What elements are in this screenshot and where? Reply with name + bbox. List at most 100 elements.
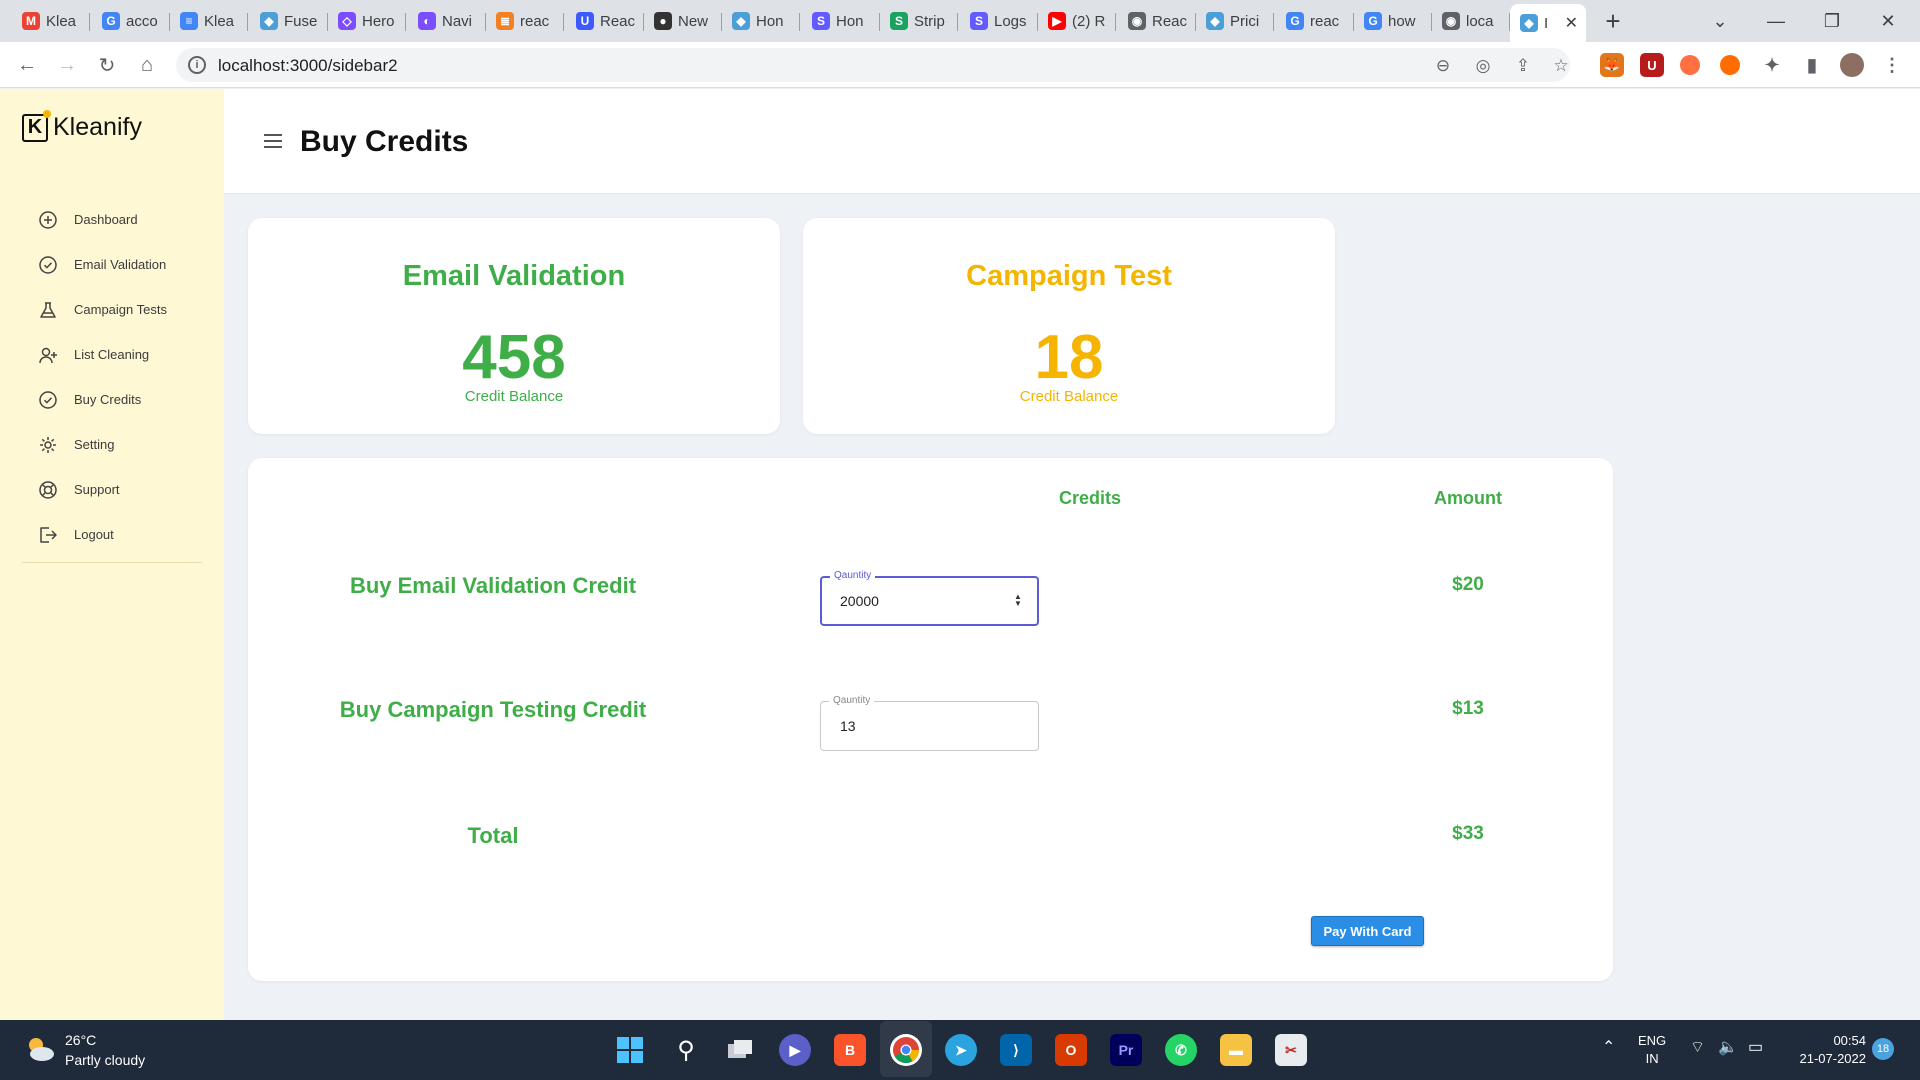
volume-icon[interactable]: 🔈: [1718, 1037, 1738, 1057]
site-info-icon[interactable]: i: [188, 56, 206, 74]
partly-cloudy-icon[interactable]: [24, 1034, 56, 1064]
sidebar-divider: [22, 562, 202, 563]
tab-title: reac: [1310, 12, 1340, 30]
show-hidden-icons-icon[interactable]: ⌃: [1602, 1037, 1615, 1057]
campaign-test-balance-card: Campaign Test 18 Credit Balance: [803, 218, 1335, 434]
region-code: IN: [1645, 1051, 1659, 1066]
globe-icon: ◉: [1128, 12, 1146, 30]
buy-campaign-testing-label: Buy Campaign Testing Credit: [339, 697, 647, 722]
sidebar-item-campaign-tests[interactable]: Campaign Tests: [38, 287, 167, 332]
premiere-pro-icon[interactable]: Pr: [1110, 1034, 1142, 1066]
side-panel-icon[interactable]: ▮: [1800, 53, 1824, 77]
profile-avatar[interactable]: [1840, 53, 1864, 77]
maximize-button[interactable]: ❐: [1804, 0, 1860, 42]
snipping-tool-icon[interactable]: ✂: [1275, 1034, 1307, 1066]
pay-with-card-button[interactable]: Pay With Card: [1311, 916, 1424, 946]
number-stepper-icon[interactable]: ▲ ▼: [1013, 593, 1023, 609]
brand-logo[interactable]: K Kleanify: [22, 109, 142, 142]
hamburger-menu-icon[interactable]: [264, 134, 282, 148]
browser-menu-icon[interactable]: ⋮: [1880, 53, 1904, 77]
sidebar-item-logout[interactable]: Logout: [38, 512, 167, 557]
language-indicator[interactable]: ENG IN: [1638, 1032, 1666, 1068]
browser-tab[interactable]: Greac: [1276, 6, 1354, 36]
search-icon[interactable]: ⚲: [670, 1034, 702, 1066]
browser-tab[interactable]: ≣ reac: [486, 6, 564, 36]
youtube-icon: ▶: [1048, 12, 1066, 30]
tab-title: Strip: [914, 12, 945, 30]
browser-tab[interactable]: M Klea: [12, 6, 90, 36]
clock[interactable]: 00:54 21-07-2022: [1788, 1032, 1867, 1068]
browser-tab[interactable]: Ghow: [1354, 6, 1432, 36]
tab-title: Hon: [756, 12, 784, 30]
windows-start-icon[interactable]: [614, 1034, 646, 1066]
vscode-icon[interactable]: ⟩: [1000, 1034, 1032, 1066]
weather-temperature[interactable]: 26°C: [65, 1032, 96, 1048]
sidebar-item-dashboard[interactable]: Dashboard: [38, 197, 167, 242]
forward-icon[interactable]: →: [52, 50, 82, 80]
whatsapp-icon[interactable]: ✆: [1165, 1034, 1197, 1066]
browser-tab[interactable]: ◉ Reac: [1118, 6, 1196, 36]
browser-tab[interactable]: ◇ Hero: [328, 6, 406, 36]
sidebar-item-buy-credits[interactable]: Buy Credits: [38, 377, 167, 422]
close-window-button[interactable]: ✕: [1860, 0, 1916, 42]
plus-circle-icon: [38, 210, 58, 230]
extension-icon[interactable]: [1680, 55, 1700, 75]
weather-description[interactable]: Partly cloudy: [65, 1052, 145, 1068]
sidebar-item-support[interactable]: Support: [38, 467, 167, 512]
browser-tab[interactable]: ◆ Prici: [1196, 6, 1274, 36]
credit-balance-caption: Credit Balance: [464, 388, 564, 405]
sidebar-item-list-cleaning[interactable]: List Cleaning: [38, 332, 167, 377]
browser-tab[interactable]: S Strip: [880, 6, 958, 36]
wifi-icon[interactable]: ⌔: [1690, 1037, 1705, 1057]
address-url[interactable]: localhost:3000/sidebar2: [218, 56, 398, 76]
email-validation-quantity-input[interactable]: Qauntity 20000 ▲ ▼: [820, 570, 1039, 626]
shield-extension-icon[interactable]: U: [1640, 53, 1664, 77]
browser-tab[interactable]: ● New: [644, 6, 722, 36]
home-icon[interactable]: ⌂: [132, 50, 162, 80]
extension-orange-icon[interactable]: [1720, 55, 1740, 75]
browser-tab[interactable]: ◆ Fuse: [250, 6, 328, 36]
browser-tab[interactable]: S Hon: [802, 6, 880, 36]
brave-browser-icon[interactable]: B: [834, 1034, 866, 1066]
sidebar-item-setting[interactable]: Setting: [38, 422, 167, 467]
new-tab-button[interactable]: +: [1598, 6, 1628, 36]
office-icon[interactable]: O: [1055, 1034, 1087, 1066]
zoom-icon[interactable]: ⊖: [1433, 56, 1453, 76]
close-tab-icon[interactable]: ✕: [1565, 13, 1578, 33]
puzzle-extensions-icon[interactable]: ✦: [1760, 53, 1784, 77]
browser-tab[interactable]: ◆ I ✕: [1510, 4, 1586, 42]
hero-icon: ◇: [338, 12, 356, 30]
back-icon[interactable]: ←: [12, 50, 42, 80]
file-explorer-icon[interactable]: ▬: [1220, 1034, 1252, 1066]
notification-badge[interactable]: 18: [1872, 1038, 1894, 1060]
browser-tab[interactable]: ≡ Klea: [170, 6, 248, 36]
browser-tab[interactable]: ▶ (2) R: [1038, 6, 1116, 36]
reload-icon[interactable]: ↻: [92, 50, 122, 80]
battery-icon[interactable]: ▭: [1748, 1037, 1763, 1057]
telegram-icon[interactable]: ➤: [945, 1034, 977, 1066]
browser-tab[interactable]: S Logs: [960, 6, 1038, 36]
tab-title: Logs: [994, 12, 1027, 30]
bookmark-star-icon[interactable]: ☆: [1551, 56, 1571, 76]
minimize-button[interactable]: —: [1748, 0, 1804, 42]
campaign-testing-amount: $13: [1452, 698, 1484, 719]
eye-off-icon[interactable]: ◎: [1473, 56, 1493, 76]
campaign-testing-quantity-input[interactable]: Qauntity 13: [820, 695, 1039, 751]
total-label: Total: [467, 823, 519, 848]
fuse-icon: ◆: [1520, 14, 1538, 32]
sidebar-item-email-validation[interactable]: Email Validation: [38, 242, 167, 287]
chrome-icon[interactable]: [890, 1034, 922, 1066]
tab-search-icon[interactable]: ⌄: [1692, 0, 1748, 42]
share-icon[interactable]: ⇪: [1513, 56, 1533, 76]
address-bar[interactable]: i localhost:3000/sidebar2 ⊖ ◎ ⇪ ☆: [176, 48, 1570, 82]
lifebuoy-icon: [38, 480, 58, 500]
task-view-icon[interactable]: [724, 1034, 756, 1066]
browser-tab[interactable]: Gacco: [92, 6, 170, 36]
metamask-extension-icon[interactable]: 🦊: [1600, 53, 1624, 77]
browser-tab[interactable]: ◉ loca: [1432, 6, 1510, 36]
browser-tab[interactable]: U Reac: [566, 6, 644, 36]
teams-chat-icon[interactable]: ▶: [779, 1034, 811, 1066]
browser-tab[interactable]: ◐ Navi: [408, 6, 486, 36]
tab-separator: [247, 13, 248, 31]
browser-tab[interactable]: ◆ Hon: [722, 6, 800, 36]
